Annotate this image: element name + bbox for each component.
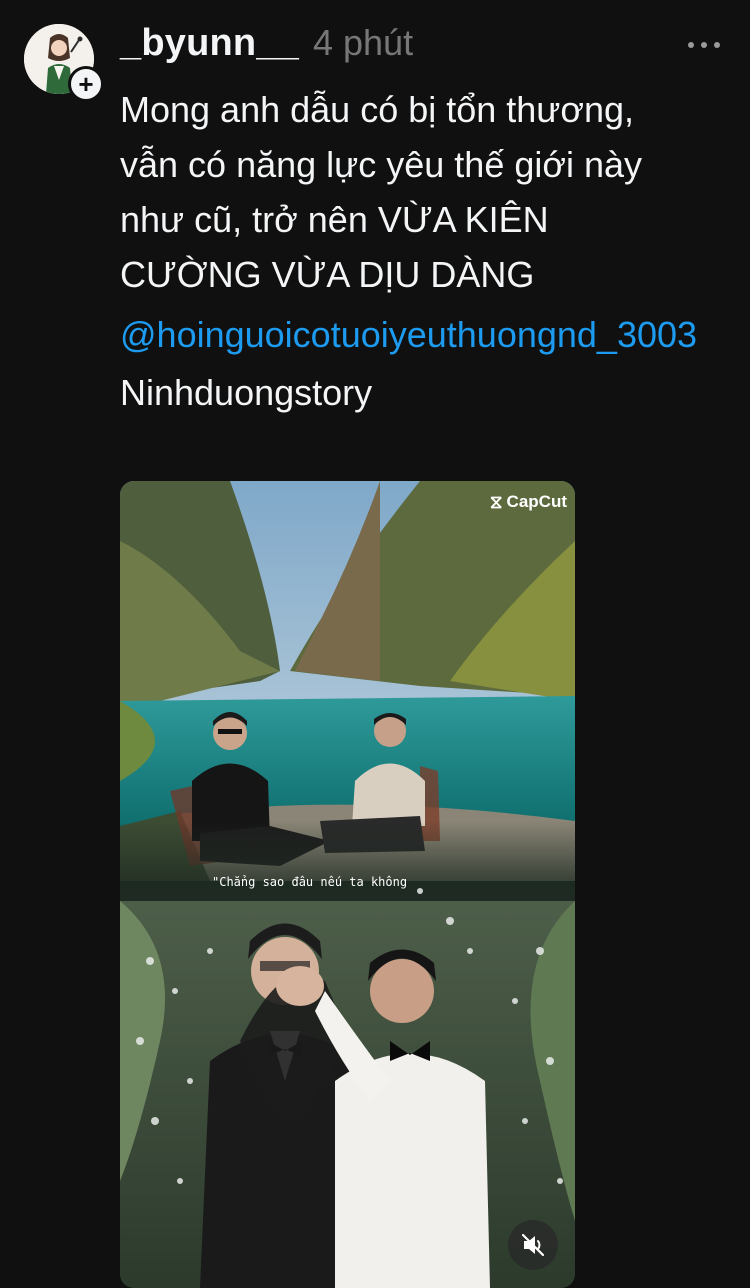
more-options-button[interactable] (688, 30, 720, 60)
author-avatar[interactable]: + (24, 24, 104, 102)
post-text-line: Mong anh dẫu có bị tổn thương, (120, 89, 635, 130)
capcut-logo-icon: ⧖ (489, 492, 503, 512)
mute-button[interactable] (508, 1220, 558, 1270)
more-dot (714, 42, 720, 48)
timestamp: 4 phút (312, 22, 414, 63)
follow-plus-icon[interactable]: + (68, 66, 104, 102)
capcut-watermark: ⧖ CapCut (490, 492, 567, 512)
username[interactable]: _byunn__ (120, 22, 299, 65)
post-text-line: CƯỜNG VỪA DỊU DÀNG (120, 254, 535, 295)
more-dot (701, 42, 707, 48)
post-text-line: như cũ, trở nên VỪA KIÊN (120, 199, 549, 240)
video-caption: "Chẳng sao đâu nếu ta không (212, 875, 408, 889)
video-media[interactable]: ⧖ CapCut "Chẳng sao đâu nếu ta không (120, 481, 575, 1288)
post-body: Mong anh dẫu có bị tổn thương, vẫn có nă… (120, 82, 720, 420)
more-dot (688, 42, 694, 48)
post-header: _byunn__ 4 phút (120, 22, 413, 68)
mention-link[interactable]: @hoinguoicotuoiyeuthuongnd_3003 (120, 307, 720, 362)
hashtag-text[interactable]: Ninhduongstory (120, 365, 720, 420)
speaker-muted-icon (521, 1233, 545, 1257)
post-text-line: vẫn có năng lực yêu thế giới này (120, 144, 643, 185)
capcut-label: CapCut (506, 492, 567, 511)
